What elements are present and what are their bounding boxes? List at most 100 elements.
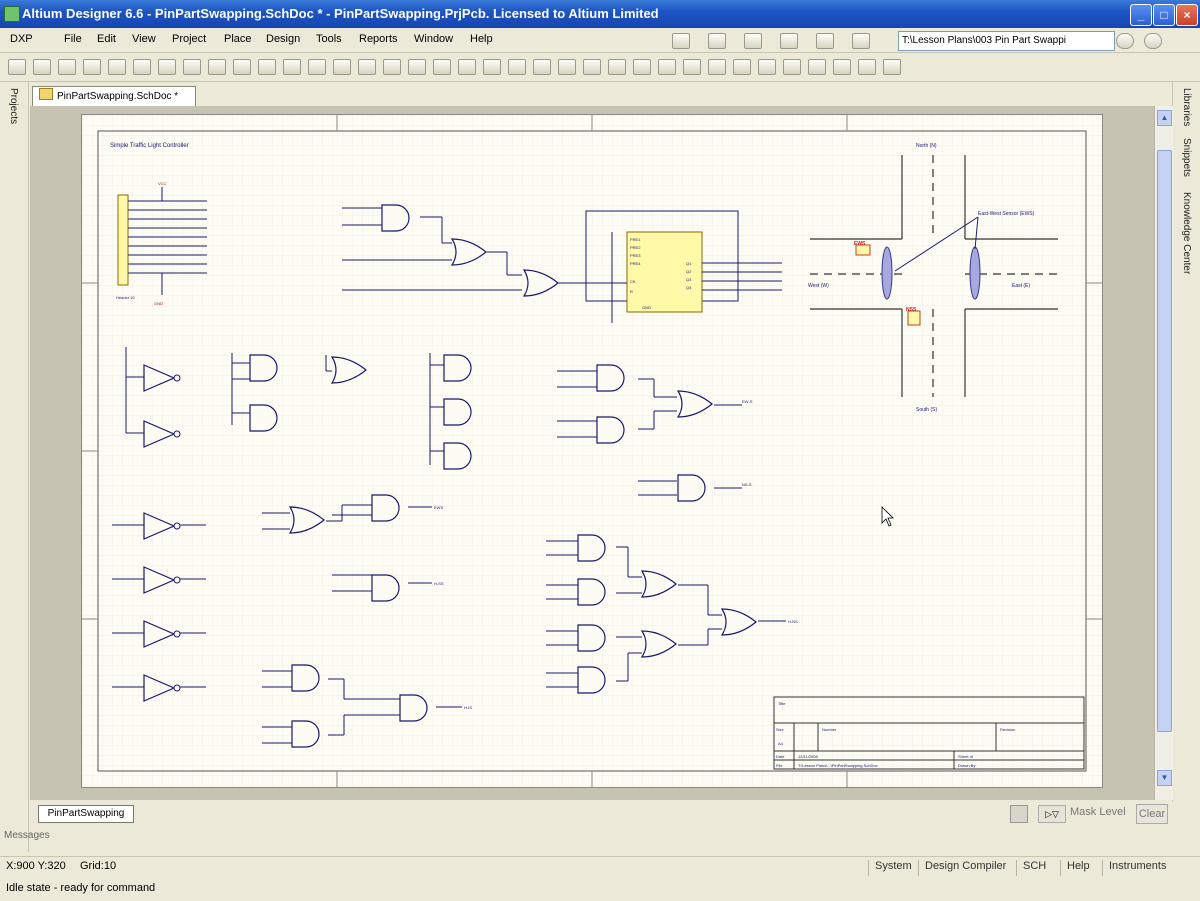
knowledge-center-panel-tab[interactable]: Knowledge Center <box>1181 192 1192 274</box>
instruments-panel-button[interactable]: Instruments <box>1102 860 1166 876</box>
document-tab[interactable]: PinPartSwapping.SchDoc * <box>32 86 196 107</box>
menu-view[interactable]: View <box>132 33 156 45</box>
toolbar-button-icon[interactable] <box>83 59 101 75</box>
toolbar-icon[interactable] <box>672 33 690 49</box>
close-button[interactable]: × <box>1176 4 1198 26</box>
menu-window[interactable]: Window <box>414 33 453 45</box>
toolbar-icon[interactable] <box>780 33 798 49</box>
menu-help[interactable]: Help <box>470 33 493 45</box>
toolbar-icon[interactable] <box>744 33 762 49</box>
help-panel-button[interactable]: Help <box>1060 860 1090 876</box>
toolbar-button-icon[interactable] <box>33 59 51 75</box>
scroll-thumb[interactable] <box>1157 150 1172 732</box>
mask-tool-icon[interactable] <box>1010 805 1028 823</box>
toolbar-button-icon[interactable] <box>508 59 526 75</box>
messages-panel-tab[interactable]: Messages <box>4 830 50 841</box>
toolbar-button-icon[interactable] <box>783 59 801 75</box>
toolbar-button-icon[interactable] <box>458 59 476 75</box>
toolbar-button-icon[interactable] <box>633 59 651 75</box>
navigate-icon[interactable] <box>1116 33 1134 49</box>
minimize-button[interactable]: _ <box>1130 4 1152 26</box>
and-gate-u12a[interactable] <box>371 494 400 522</box>
toolbar-button-icon[interactable] <box>883 59 901 75</box>
toolbar-button-icon[interactable] <box>383 59 401 75</box>
menu-tools[interactable]: Tools <box>316 33 342 45</box>
toolbar-button-icon[interactable] <box>683 59 701 75</box>
menu-file[interactable]: File <box>64 33 82 45</box>
and-gate-u15a[interactable] <box>577 534 606 562</box>
toolbar-button-icon[interactable] <box>858 59 876 75</box>
toolbar-button-icon[interactable] <box>258 59 276 75</box>
and-gate-u9a[interactable] <box>677 474 706 502</box>
and-gate-u15b[interactable] <box>577 578 606 606</box>
system-panel-button[interactable]: System <box>868 860 912 876</box>
and-gate-u15d[interactable] <box>577 666 606 694</box>
header-connector[interactable] <box>117 194 129 286</box>
menu-project[interactable]: Project <box>172 33 206 45</box>
clear-button[interactable]: Clear <box>1136 804 1168 824</box>
and-gate-u4a[interactable] <box>249 354 278 382</box>
toolbar-button-icon[interactable] <box>358 59 376 75</box>
and-gate-u13a[interactable] <box>291 664 320 692</box>
toolbar-button-icon[interactable] <box>108 59 126 75</box>
toolbar-button-icon[interactable] <box>758 59 776 75</box>
vertical-scrollbar[interactable]: ▲ ▼ <box>1154 106 1173 800</box>
toolbar-button-icon[interactable] <box>333 59 351 75</box>
toolbar-button-icon[interactable] <box>233 59 251 75</box>
sch-panel-button[interactable]: SCH <box>1016 860 1046 876</box>
west-sensor[interactable] <box>881 246 893 300</box>
nss-light[interactable] <box>907 310 921 326</box>
scroll-down-icon[interactable]: ▼ <box>1157 770 1172 786</box>
east-sensor[interactable] <box>969 246 981 300</box>
schematic-sheet[interactable]: Simple Traffic Light Controller Header 1… <box>81 114 1103 788</box>
toolbar-button-icon[interactable] <box>58 59 76 75</box>
toolbar-icon[interactable] <box>708 33 726 49</box>
toolbar-button-icon[interactable] <box>133 59 151 75</box>
and-gate-u4b[interactable] <box>249 404 278 432</box>
and-gate-u1a[interactable] <box>381 204 410 232</box>
scroll-up-icon[interactable]: ▲ <box>1157 110 1172 126</box>
toolbar-icon[interactable] <box>852 33 870 49</box>
toolbar-button-icon[interactable] <box>483 59 501 75</box>
and-gate-u7b[interactable] <box>596 416 625 444</box>
toolbar-icon[interactable] <box>816 33 834 49</box>
and-gate-u13b[interactable] <box>291 720 320 748</box>
and-gate-u6c[interactable] <box>443 442 472 470</box>
toolbar-button-icon[interactable] <box>308 59 326 75</box>
snippets-panel-tab[interactable]: Snippets <box>1181 138 1192 177</box>
menu-edit[interactable]: Edit <box>97 33 116 45</box>
and-gate-u15c[interactable] <box>577 624 606 652</box>
toolbar-button-icon[interactable] <box>733 59 751 75</box>
toolbar-button-icon[interactable] <box>583 59 601 75</box>
toolbar-button-icon[interactable] <box>8 59 26 75</box>
menu-design[interactable]: Design <box>266 33 300 45</box>
toolbar-button-icon[interactable] <box>833 59 851 75</box>
and-gate-u6a[interactable] <box>443 354 472 382</box>
projects-panel-tab[interactable]: Projects <box>8 88 19 124</box>
toolbar-button-icon[interactable] <box>433 59 451 75</box>
menu-reports[interactable]: Reports <box>359 33 398 45</box>
forward-icon[interactable] <box>1144 33 1162 49</box>
toolbar-button-icon[interactable] <box>408 59 426 75</box>
toolbar-button-icon[interactable] <box>558 59 576 75</box>
toolbar-button-icon[interactable] <box>533 59 551 75</box>
toolbar-button-icon[interactable] <box>158 59 176 75</box>
toolbar-button-icon[interactable] <box>658 59 676 75</box>
and-gate-u6b[interactable] <box>443 398 472 426</box>
document-path-field[interactable]: T:\Lesson Plans\003 Pin Part Swappi <box>898 31 1115 51</box>
toolbar-button-icon[interactable] <box>183 59 201 75</box>
toolbar-button-icon[interactable] <box>283 59 301 75</box>
maximize-button[interactable]: □ <box>1153 4 1175 26</box>
and-gate-u14a[interactable] <box>399 694 428 722</box>
libraries-panel-tab[interactable]: Libraries <box>1181 88 1192 126</box>
filter-icon[interactable]: ▷▽ <box>1038 805 1066 823</box>
and-gate-u7a[interactable] <box>596 364 625 392</box>
menu-place[interactable]: Place <box>224 33 252 45</box>
and-gate-u12b[interactable] <box>371 574 400 602</box>
toolbar-button-icon[interactable] <box>608 59 626 75</box>
toolbar-button-icon[interactable] <box>708 59 726 75</box>
toolbar-button-icon[interactable] <box>808 59 826 75</box>
mask-level-label[interactable]: Mask Level <box>1070 806 1126 818</box>
menu-dxp[interactable]: DXP <box>10 33 33 45</box>
toolbar-button-icon[interactable] <box>208 59 226 75</box>
